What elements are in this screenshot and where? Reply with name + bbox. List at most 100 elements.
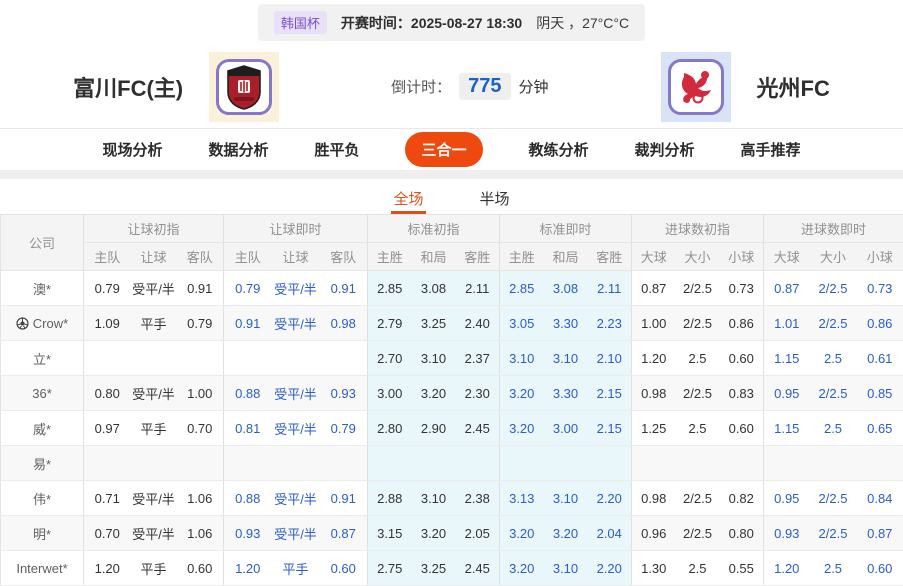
odds-cell-live[interactable]: 0.73 [856, 270, 903, 306]
nav-tab[interactable]: 裁判分析 [635, 139, 695, 160]
odds-cell-live[interactable]: 0.95 [763, 480, 810, 516]
odds-cell-live[interactable]: 0.88 [223, 480, 272, 516]
odds-cell-live[interactable]: 2/2.5 [809, 480, 857, 516]
odds-cell-initial: 0.96 [631, 515, 676, 551]
odds-cell-live[interactable]: 2.20 [587, 550, 632, 586]
odds-cell-live[interactable]: 2.23 [587, 305, 632, 341]
company-cell[interactable]: Interwet* [0, 550, 84, 586]
odds-cell-initial: 1.00 [631, 305, 676, 341]
odds-cell-live[interactable]: 0.95 [763, 375, 810, 411]
table-row: 明* 0.70 受平/半 1.06 0.93 受平/半 0.87 3.15 3.20 2.05 3.… [0, 515, 903, 551]
odds-cell-live[interactable]: 3.08 [543, 270, 588, 306]
company-cell[interactable]: Crow* [0, 305, 84, 341]
odds-cell-live[interactable]: 0.91 [319, 480, 368, 516]
odds-cell-live[interactable]: 1.15 [763, 410, 810, 446]
odds-cell-live[interactable]: 2/2.5 [809, 270, 857, 306]
odds-cell-live[interactable]: 0.79 [319, 410, 368, 446]
odds-cell-live[interactable]: 1.20 [763, 550, 810, 586]
odds-cell-live[interactable]: 0.91 [223, 305, 272, 341]
odds-cell-live[interactable]: 0.88 [223, 375, 272, 411]
odds-cell-live[interactable]: 2.04 [587, 515, 632, 551]
odds-cell-live[interactable]: 0.86 [856, 305, 903, 341]
odds-cell-live[interactable]: 3.20 [499, 375, 544, 411]
odds-cell-live[interactable]: 3.05 [499, 305, 544, 341]
odds-cell-live[interactable]: 0.87 [319, 515, 368, 551]
odds-cell-initial: 0.97 [83, 410, 131, 446]
odds-cell-initial: 2.70 [367, 340, 412, 376]
odds-cell-live[interactable]: 3.20 [499, 550, 544, 586]
odds-cell-live[interactable]: 2.11 [587, 270, 632, 306]
odds-cell-live[interactable]: 2/2.5 [809, 305, 857, 341]
col-group-goals-live: 进球数即时 [763, 214, 903, 243]
odds-cell-initial: 2.5 [675, 340, 720, 376]
odds-cell-live[interactable]: 2.5 [809, 410, 857, 446]
odds-cell-live[interactable]: 3.10 [543, 550, 588, 586]
company-cell[interactable]: 伟* [0, 480, 84, 516]
odds-cell-live[interactable]: 0.81 [223, 410, 272, 446]
odds-cell-live[interactable]: 2.15 [587, 375, 632, 411]
odds-cell-live[interactable]: 3.10 [499, 340, 544, 376]
col-group-goals-initial: 进球数初指 [630, 214, 764, 243]
odds-cell-live[interactable]: 3.20 [543, 515, 588, 551]
odds-cell-live[interactable]: 0.87 [856, 515, 903, 551]
odds-cell-live[interactable]: 受平/半 [271, 375, 320, 411]
odds-cell-live[interactable]: 3.10 [543, 340, 588, 376]
odds-cell-live[interactable]: 0.85 [856, 375, 903, 411]
odds-cell-live[interactable]: 0.98 [319, 305, 368, 341]
odds-cell-live[interactable]: 2.15 [587, 410, 632, 446]
odds-cell-live[interactable]: 受平/半 [271, 410, 320, 446]
odds-cell-live[interactable]: 0.79 [223, 270, 272, 306]
company-cell[interactable]: 立* [0, 340, 84, 376]
company-cell[interactable]: 明* [0, 515, 84, 551]
odds-cell-live[interactable]: 0.93 [223, 515, 272, 551]
odds-cell-live[interactable]: 3.30 [543, 305, 588, 341]
company-cell[interactable]: 易* [0, 445, 84, 481]
odds-cell-live[interactable]: 0.91 [319, 270, 368, 306]
nav-tab[interactable]: 三合一 [405, 132, 483, 167]
nav-tab[interactable]: 数据分析 [208, 139, 268, 160]
odds-cell-live[interactable]: 1.20 [223, 550, 272, 586]
period-subtab[interactable]: 半场 [478, 188, 512, 214]
odds-cell-live[interactable]: 0.93 [763, 515, 810, 551]
odds-cell-live[interactable]: 2/2.5 [809, 515, 857, 551]
nav-tab[interactable]: 高手推荐 [741, 139, 801, 160]
odds-cell-live[interactable]: 平手 [271, 550, 320, 586]
odds-cell-live[interactable]: 受平/半 [271, 305, 320, 341]
odds-cell-live[interactable]: 3.30 [543, 375, 588, 411]
odds-cell-live[interactable]: 2.5 [809, 340, 857, 376]
odds-cell-live[interactable]: 2/2.5 [809, 375, 857, 411]
nav-tab[interactable]: 现场分析 [102, 139, 162, 160]
odds-cell-live[interactable]: 0.84 [856, 480, 903, 516]
odds-cell-live[interactable]: 2.20 [587, 480, 632, 516]
nav-tab[interactable]: 教练分析 [529, 139, 589, 160]
odds-cell-live[interactable]: 2.5 [809, 550, 857, 586]
odds-cell-live[interactable]: 受平/半 [271, 515, 320, 551]
col-header-sub: 小球 [856, 242, 903, 271]
odds-cell-initial: 0.83 [719, 375, 764, 411]
nav-tab[interactable]: 胜平负 [314, 139, 359, 160]
odds-cell-live[interactable]: 0.65 [856, 410, 903, 446]
odds-cell-live[interactable]: 0.61 [856, 340, 903, 376]
odds-cell-live[interactable]: 3.20 [499, 515, 544, 551]
odds-cell-live[interactable]: 3.10 [543, 480, 588, 516]
company-cell[interactable]: 澳* [0, 270, 84, 306]
odds-cell-live[interactable]: 0.93 [319, 375, 368, 411]
odds-cell-live[interactable]: 3.00 [543, 410, 588, 446]
company-cell[interactable]: 威* [0, 410, 84, 446]
period-subtab[interactable]: 全场 [391, 188, 426, 214]
odds-cell-live[interactable]: 2.10 [587, 340, 632, 376]
odds-cell-live[interactable]: 1.15 [763, 340, 810, 376]
company-cell[interactable]: 36* [0, 375, 84, 411]
odds-cell-live[interactable]: 3.20 [499, 410, 544, 446]
col-header-sub: 让球 [130, 242, 177, 271]
odds-cell-live[interactable]: 0.87 [763, 270, 810, 306]
odds-cell-live[interactable]: 受平/半 [271, 480, 320, 516]
odds-cell-live[interactable]: 3.13 [499, 480, 544, 516]
odds-cell-live[interactable]: 1.01 [763, 305, 810, 341]
odds-cell-initial [83, 340, 131, 376]
home-team-block: 富川FC(主) [73, 51, 280, 122]
odds-cell-live[interactable]: 2.85 [499, 270, 544, 306]
odds-cell-live[interactable]: 0.60 [319, 550, 368, 586]
odds-cell-live[interactable]: 0.60 [856, 550, 903, 586]
odds-cell-live[interactable]: 受平/半 [271, 270, 320, 306]
